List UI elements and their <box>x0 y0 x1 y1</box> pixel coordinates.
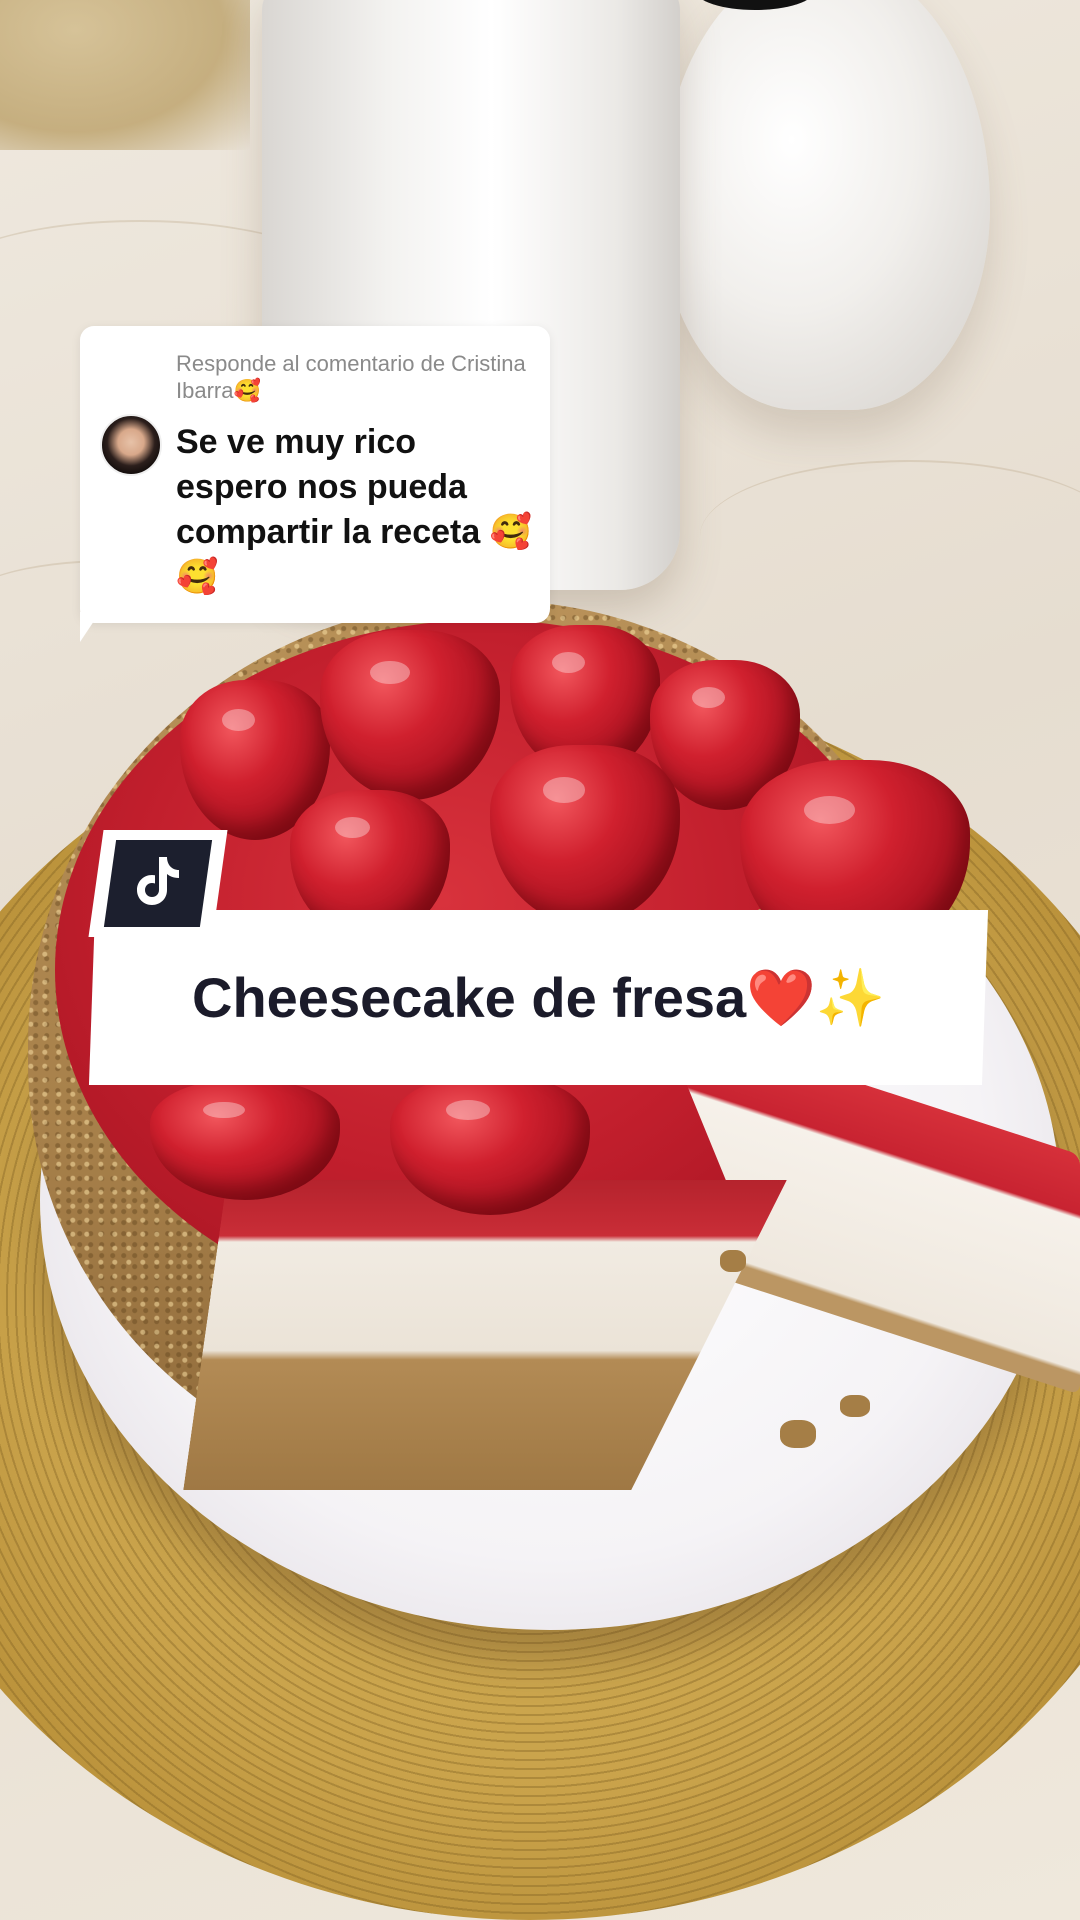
chair-back <box>0 0 250 150</box>
reply-comment-text: Se ve muy rico espero nos pueda comparti… <box>176 423 533 596</box>
round-vase <box>660 0 990 410</box>
crumb <box>840 1395 870 1417</box>
marble-vein <box>700 460 1080 612</box>
crumb <box>780 1420 816 1448</box>
reply-comment-bubble[interactable]: Responde al comentario de Cristina Ibarr… <box>80 326 550 623</box>
bubble-tail <box>80 612 100 642</box>
logo-tile <box>88 830 228 937</box>
logo-badge <box>103 840 213 927</box>
crumb <box>720 1250 746 1272</box>
video-title: Cheesecake de fresa❤️✨ <box>192 966 886 1029</box>
tiktok-logo-icon <box>135 855 181 912</box>
title-banner: Cheesecake de fresa❤️✨ <box>88 910 989 1085</box>
avatar <box>100 414 162 476</box>
video-frame[interactable]: Responde al comentario de Cristina Ibarr… <box>0 0 1080 1920</box>
reply-header: Responde al comentario de Cristina Ibarr… <box>176 351 526 403</box>
